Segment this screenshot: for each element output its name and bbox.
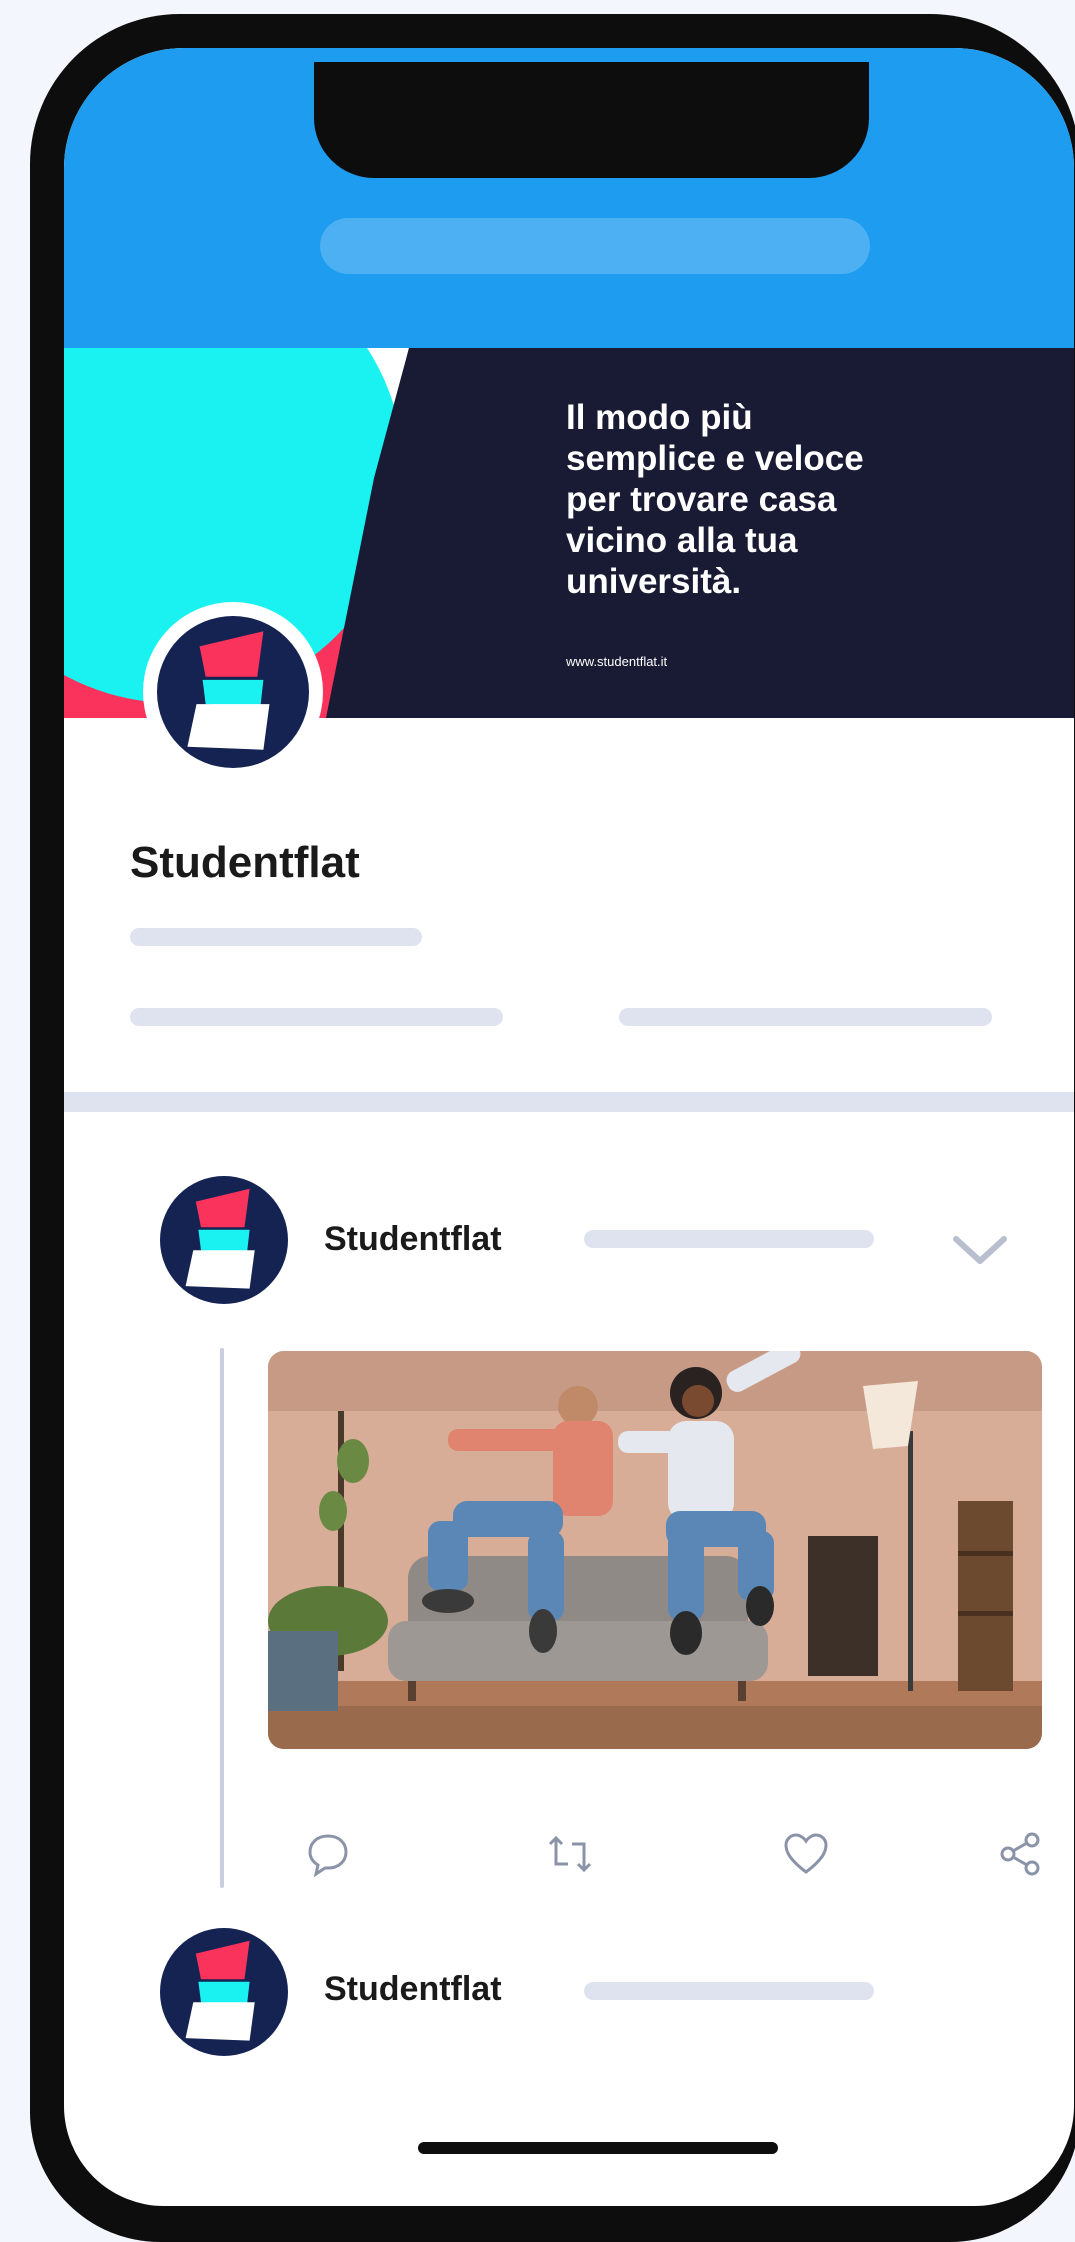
post-author-name: Studentflat	[324, 1220, 502, 1258]
banner-url: www.studentflat.it	[566, 654, 668, 669]
photo-two-men-jumping-on-sofa	[268, 1351, 1042, 1749]
banner-headline-line: per trovare casa	[566, 479, 837, 519]
home-indicator[interactable]	[418, 2142, 778, 2154]
profile-avatar[interactable]	[143, 602, 323, 782]
profile-name: Studentflat	[130, 838, 360, 887]
studentflat-logo-icon	[185, 1940, 255, 2041]
section-divider	[64, 1092, 1074, 1112]
profile-meta-placeholder	[619, 1008, 992, 1026]
post-meta-placeholder	[584, 1982, 874, 2000]
post-image[interactable]	[268, 1351, 1042, 1749]
banner-headline-line: vicino alla tua	[566, 520, 798, 560]
banner-headline-line: Il modo più	[566, 398, 753, 437]
share-icon[interactable]	[994, 1828, 1046, 1880]
studentflat-logo-icon	[185, 1188, 255, 1289]
retweet-icon[interactable]	[544, 1828, 596, 1880]
phone-frame: Il modo più semplice e veloce per trovar…	[30, 14, 1075, 2242]
studentflat-logo-icon	[187, 631, 270, 750]
banner-headline: Il modo più semplice e veloce per trovar…	[566, 398, 1006, 603]
banner-headline-line: semplice e veloce	[566, 438, 864, 478]
post-meta-placeholder	[584, 1230, 874, 1248]
phone-screen: Il modo più semplice e veloce per trovar…	[64, 48, 1074, 2206]
profile-meta-placeholder	[130, 1008, 503, 1026]
reply-icon[interactable]	[302, 1828, 354, 1880]
banner-headline-line: università.	[566, 561, 742, 601]
like-icon[interactable]	[780, 1828, 832, 1880]
phone-notch	[314, 62, 869, 178]
post-avatar[interactable]	[160, 1928, 288, 2056]
profile-bio-placeholder	[130, 928, 422, 946]
thread-line	[220, 1348, 224, 1888]
chevron-down-icon[interactable]	[952, 1233, 1008, 1267]
post-avatar[interactable]	[160, 1176, 288, 1304]
search-bar-placeholder[interactable]	[320, 218, 870, 274]
post-author-name: Studentflat	[324, 1970, 502, 2008]
